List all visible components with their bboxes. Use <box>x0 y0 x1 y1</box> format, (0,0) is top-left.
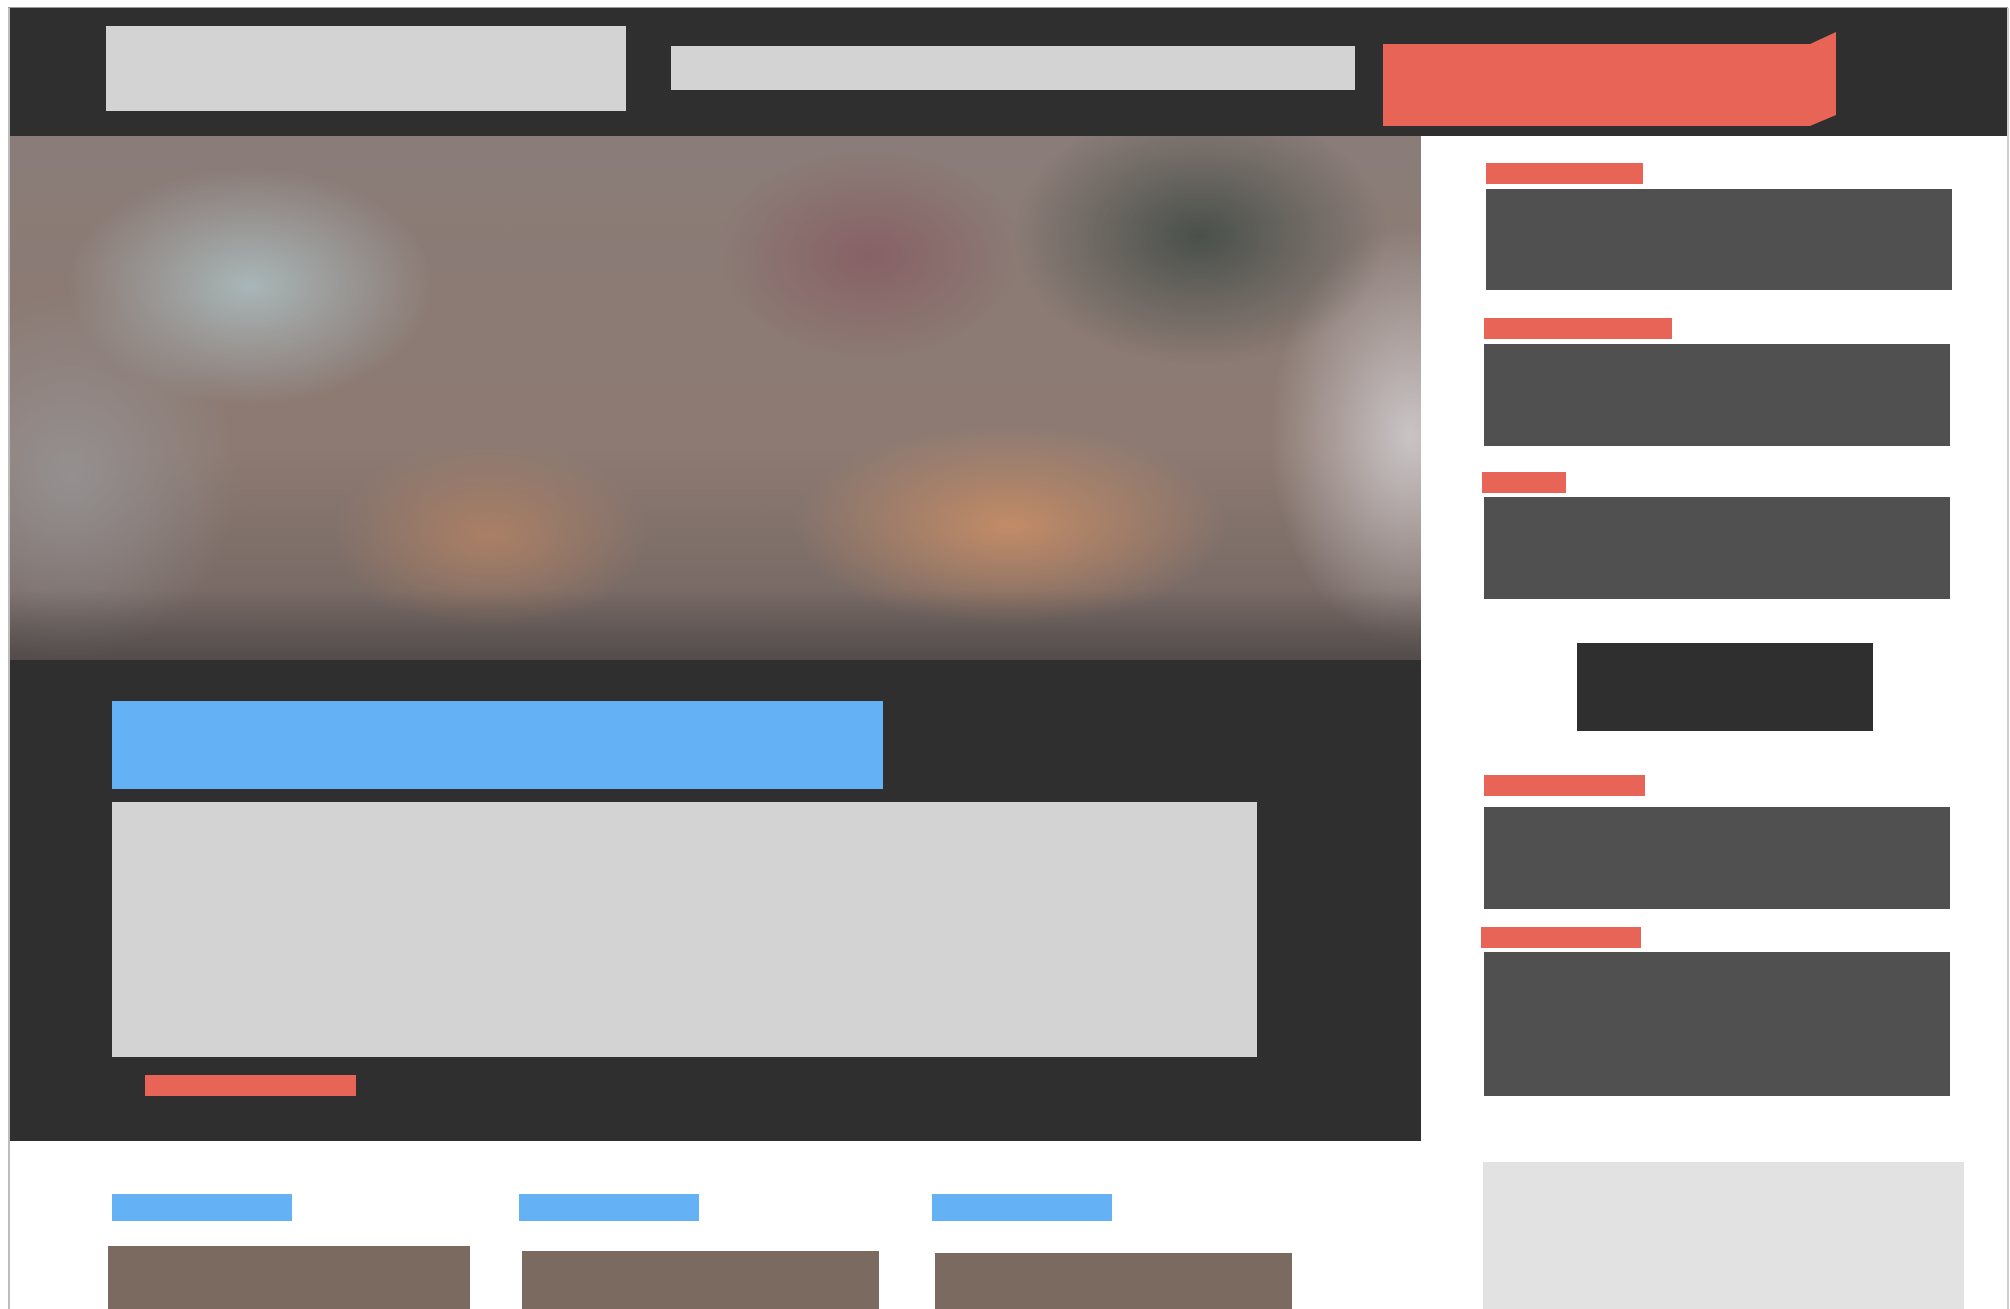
card-thumbnail[interactable] <box>522 1251 879 1309</box>
sidebar-item-block[interactable] <box>1486 189 1952 290</box>
frame-border-left <box>8 8 10 1309</box>
sidebar-item-label[interactable] <box>1486 163 1643 184</box>
feature-title[interactable] <box>112 701 883 789</box>
frame-border-right <box>2007 8 2009 1309</box>
ribbon-banner-icon <box>1383 32 1836 126</box>
wireframe-page <box>0 0 2010 1309</box>
search-input[interactable] <box>671 46 1355 90</box>
sidebar-item-block[interactable] <box>1484 807 1950 909</box>
card-thumbnail[interactable] <box>108 1246 470 1309</box>
card-title[interactable] <box>932 1194 1112 1221</box>
hero-image-fade <box>10 590 1421 660</box>
feature-read-more-link[interactable] <box>145 1075 356 1096</box>
card-title[interactable] <box>519 1194 699 1221</box>
sidebar-item-label[interactable] <box>1484 318 1672 339</box>
site-logo[interactable] <box>106 26 626 111</box>
card-title[interactable] <box>112 1194 292 1221</box>
sidebar-button[interactable] <box>1577 643 1873 731</box>
sidebar-item-label[interactable] <box>1482 472 1566 493</box>
card-thumbnail[interactable] <box>935 1253 1292 1309</box>
sidebar-item-block[interactable] <box>1484 952 1950 1096</box>
sidebar-ad-placeholder <box>1483 1162 1964 1309</box>
sidebar-item-block[interactable] <box>1484 497 1950 599</box>
feature-body-text <box>112 802 1257 1057</box>
hero-image <box>10 136 1421 660</box>
frame-border-top <box>8 7 2008 8</box>
sidebar-item-label[interactable] <box>1481 927 1641 948</box>
cta-ribbon-button[interactable] <box>1383 32 1836 126</box>
sidebar-item-block[interactable] <box>1484 344 1950 446</box>
sidebar-item-label[interactable] <box>1484 775 1645 796</box>
